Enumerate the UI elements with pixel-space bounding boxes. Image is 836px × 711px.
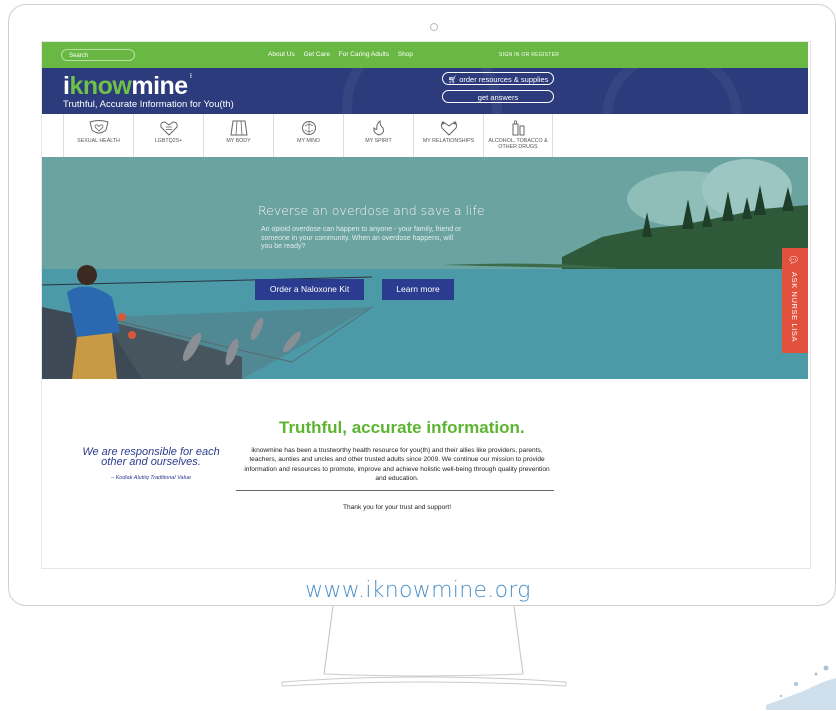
cart-icon: 🛒︎	[447, 75, 458, 84]
logo-mark-icon: ⁝	[189, 73, 192, 80]
top-links: About Us Get Care For Caring Adults Shop	[268, 51, 420, 58]
signin-link[interactable]: SIGN IN OR REGISTER	[499, 52, 559, 58]
order-naloxone-button[interactable]: Order a Naloxone Kit	[255, 279, 364, 300]
monitor-stand	[281, 606, 567, 687]
nav-link-about[interactable]: About Us	[268, 51, 295, 58]
category-my-relationships[interactable]: MY RELATIONSHIPS	[413, 114, 483, 157]
camera-icon	[430, 23, 438, 31]
category-my-body[interactable]: MY BODY	[203, 114, 273, 157]
heart-equal-icon	[159, 121, 178, 136]
body-icon	[229, 120, 248, 136]
hero-body: An opioid overdose can happen to anyone …	[261, 226, 462, 250]
thanks-text: Thank you for your trust and support!	[342, 504, 452, 511]
quote-source: – Kodiak Alutiiq Traditional Value	[111, 475, 191, 481]
nav-link-caring-adults[interactable]: For Caring Adults	[339, 51, 389, 58]
get-answers-button[interactable]: get answers	[442, 90, 554, 103]
quote-text: We are responsible for each other and ou…	[82, 446, 220, 468]
browser-screen: Search About Us Get Care For Caring Adul…	[42, 42, 808, 566]
nav-link-get-care[interactable]: Get Care	[304, 51, 330, 58]
hero-illustration	[42, 157, 808, 379]
category-my-spirit[interactable]: MY SPIRIT	[343, 114, 413, 157]
brain-icon	[301, 121, 316, 135]
order-resources-button[interactable]: 🛒︎ order resources & supplies	[442, 72, 554, 85]
nav-link-shop[interactable]: Shop	[398, 51, 413, 58]
category-lgbtq[interactable]: LGBTQ2S+	[133, 114, 203, 157]
hearts-icon	[440, 121, 457, 136]
category-sexual-health[interactable]: SEXUAL HEALTH	[63, 114, 133, 157]
learn-more-button[interactable]: Learn more	[382, 279, 454, 300]
bottle-icon	[512, 120, 525, 136]
hero-title: Reverse an overdose and save a life	[258, 203, 485, 218]
search-input[interactable]: Search	[61, 49, 135, 61]
site-logo[interactable]: iknowmine ⁝	[63, 72, 192, 101]
chat-bubble-icon: 💬︎	[788, 255, 800, 265]
paint-splatter-decoration	[766, 665, 836, 710]
category-my-mind[interactable]: MY MIND	[273, 114, 343, 157]
site-tagline: Truthful, Accurate Information for You(t…	[63, 99, 234, 110]
category-nav: SEXUAL HEALTH LGBTQ2S+ MY BODY MY MIND M…	[42, 114, 808, 158]
flame-icon	[372, 120, 384, 136]
content-heading: Truthful, accurate information.	[279, 418, 525, 437]
ask-nurse-tab[interactable]: 💬︎ ASK NURSE LISA	[782, 248, 808, 353]
top-bar: Search About Us Get Care For Caring Adul…	[42, 42, 808, 68]
content-body: iknowmine has been a trustworthy health …	[244, 447, 550, 482]
category-alcohol-drugs[interactable]: ALCOHOL, TOBACCO & OTHER DRUGS	[483, 114, 553, 157]
content-divider	[236, 490, 554, 491]
hero-banner: Reverse an overdose and save a life An o…	[42, 157, 808, 379]
site-header: iknowmine ⁝ Truthful, Accurate Informatio…	[42, 68, 808, 114]
site-url-caption: www.iknowmine.org	[305, 578, 531, 603]
heart-shield-icon	[88, 120, 109, 134]
header-swirl-decoration	[602, 68, 742, 114]
